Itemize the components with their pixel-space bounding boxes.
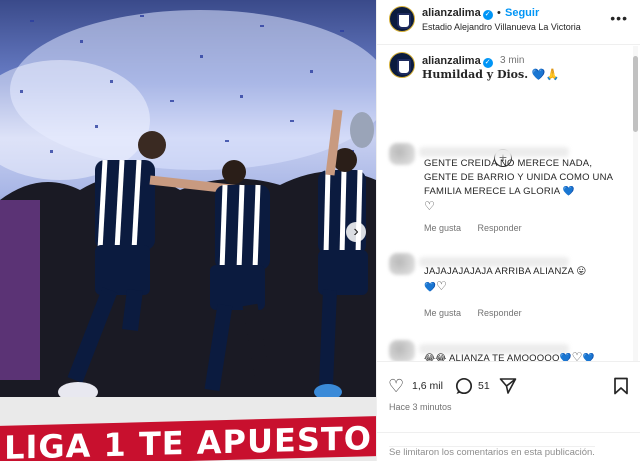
- blurred-avatar: [389, 143, 415, 165]
- post-timestamp: Hace 3 minutos: [389, 402, 452, 412]
- like-comment-button[interactable]: Me gusta: [424, 223, 461, 233]
- comment-message: JAJAJAJAJAJA ARRIBA ALIANZA: [424, 266, 574, 277]
- reply-button[interactable]: Responder: [478, 308, 522, 318]
- like-comment-button[interactable]: Me gusta: [424, 308, 461, 318]
- heart-outline-icon[interactable]: ♡: [436, 279, 447, 293]
- comment-item: 😂😂 ALIANZA TE AMOOOOO💙♡💙: [385, 338, 625, 361]
- comment-emoji-line: 💙: [424, 282, 437, 293]
- comment-message: GENTE CREIDA NO MERECE NADA, GENTE DE BA…: [424, 158, 613, 197]
- post-actions: ♡ 1,6 mil 51 Hace 3 minutos Se limitaron…: [377, 361, 640, 461]
- caption-text: Humildad y Dios. 💙🙏: [422, 68, 559, 81]
- blurred-avatar: [389, 253, 415, 275]
- post-photo: LIGA 1 TE APUESTO ›: [0, 0, 376, 461]
- scrollbar-thumb[interactable]: [633, 56, 638, 132]
- verified-badge-icon: ✓: [482, 10, 493, 20]
- comment-item: JAJAJAJAJAJA ARRIBA ALIANZA 😛 💙♡ Me gust…: [385, 251, 625, 331]
- caption-row: alianzalima ✓ 3 min Humildad y Dios. 💙🙏: [377, 46, 632, 86]
- caption-message: Humildad y Dios.: [422, 68, 529, 81]
- location-link[interactable]: Estadio Alejandro Villanueva La Victoria: [422, 22, 581, 32]
- header-username[interactable]: alianzalima ✓: [422, 7, 493, 20]
- comment-bubble-icon[interactable]: [455, 377, 473, 395]
- comments-limited-notice: Se limitaron los comentarios en esta pub…: [389, 446, 595, 458]
- comments-count[interactable]: 51: [478, 380, 490, 392]
- caption-time: 3 min: [500, 55, 525, 66]
- blurred-avatar: [389, 340, 415, 361]
- comment-meta: Me gusta Responder: [424, 223, 536, 233]
- comment-emoji-end: 💙: [582, 353, 595, 361]
- username-text[interactable]: alianzalima: [422, 7, 481, 19]
- profile-avatar[interactable]: [389, 6, 415, 32]
- heart-outline-icon[interactable]: ♡: [572, 350, 583, 361]
- follow-button[interactable]: Seguir: [505, 7, 539, 19]
- celebration-image: [0, 10, 376, 402]
- comments-list: alianzalima ✓ 3 min Humildad y Dios. 💙🙏 +…: [377, 46, 632, 361]
- caption-avatar[interactable]: [389, 52, 415, 78]
- comment-message: ALIANZA TE AMOOOOO: [448, 353, 560, 361]
- comment-text: GENTE CREIDA NO MERECE NADA, GENTE DE BA…: [424, 157, 625, 215]
- caption-emoji: 💙🙏: [531, 68, 560, 81]
- more-options-icon[interactable]: •••: [610, 10, 628, 26]
- comment-text: 😂😂 ALIANZA TE AMOOOOO💙♡💙: [424, 350, 625, 361]
- post-side-panel: alianzalima ✓ • Seguir Estadio Alejandro …: [376, 0, 640, 461]
- comment-item: GENTE CREIDA NO MERECE NADA, GENTE DE BA…: [385, 141, 625, 236]
- blurred-username: [419, 147, 569, 157]
- separator-dot: •: [497, 7, 501, 19]
- likes-count[interactable]: 1,6 mil: [412, 380, 443, 392]
- caption-username-text[interactable]: alianzalima: [422, 55, 481, 67]
- comment-meta: Me gusta Responder: [424, 308, 536, 318]
- comment-emoji: 💙: [562, 186, 575, 197]
- post-header: alianzalima ✓ • Seguir Estadio Alejandro …: [377, 0, 640, 45]
- verified-badge-icon: ✓: [482, 58, 493, 68]
- divider: [377, 432, 640, 433]
- comment-emoji-prefix: 😂😂: [424, 353, 447, 361]
- next-photo-button[interactable]: ›: [346, 222, 366, 242]
- heart-outline-icon[interactable]: ♡: [424, 199, 435, 213]
- bookmark-icon[interactable]: [613, 377, 629, 395]
- comment-emoji: 😛: [576, 266, 587, 277]
- caption-username[interactable]: alianzalima ✓: [422, 55, 493, 68]
- share-icon[interactable]: [499, 377, 517, 395]
- reply-button[interactable]: Responder: [478, 223, 522, 233]
- comment-emoji: 💙: [559, 353, 572, 361]
- like-heart-icon[interactable]: ♡: [388, 376, 404, 397]
- comment-text: JAJAJAJAJAJA ARRIBA ALIANZA 😛 💙♡: [424, 265, 625, 295]
